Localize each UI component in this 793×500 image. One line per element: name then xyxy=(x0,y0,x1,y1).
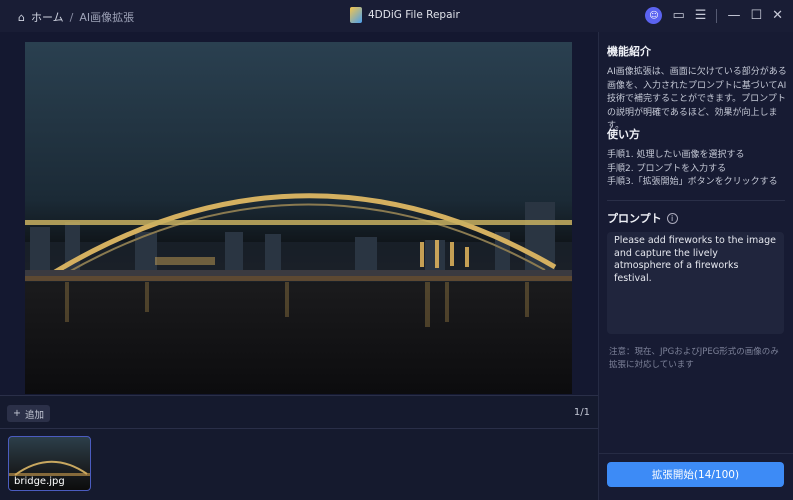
breadcrumb-home[interactable]: ホーム xyxy=(31,9,64,25)
home-icon[interactable]: ⌂ xyxy=(18,11,25,24)
app-title: 4DDiG File Repair xyxy=(350,7,460,23)
thumbnail-filename: bridge.jpg xyxy=(14,476,65,487)
page-count: 1/1 xyxy=(573,407,590,418)
add-label: 追加 xyxy=(24,409,44,421)
format-note: 注意：現在、JPGおよびJPEG形式の画像のみ拡張に対応しています xyxy=(609,347,779,370)
minimize-icon[interactable]: — xyxy=(727,8,740,23)
image-toolbar: + 追加 1/1 xyxy=(0,395,598,429)
close-icon[interactable]: ✕ xyxy=(772,8,783,23)
breadcrumb-separator: / xyxy=(69,10,74,24)
preview-area xyxy=(0,32,598,395)
plus-icon: + xyxy=(13,408,21,419)
side-panel: 機能紹介 AI画像拡張は、画面に欠けている部分がある画像を、入力されたプロンプト… xyxy=(598,32,793,500)
title-bar: ⌂ ホーム / AI画像拡張 4DDiG File Repair ☺ ▭ ☰ —… xyxy=(0,0,793,32)
preview-image xyxy=(25,42,572,394)
divider xyxy=(607,200,785,201)
intro-text: AI画像拡張は、画面に欠けている部分がある画像を、入力されたプロンプトに基づいて… xyxy=(607,67,787,131)
add-image-button[interactable]: + 追加 xyxy=(7,405,50,422)
step-2: 手順2. プロンプトを入力する xyxy=(607,163,727,174)
discord-icon[interactable]: ☺ xyxy=(645,7,663,24)
divider xyxy=(599,453,793,454)
thumbnail-bridge[interactable]: bridge.jpg xyxy=(8,436,91,491)
howto-title: 使い方 xyxy=(607,128,640,141)
step-3: 手順3.「拡張開始」ボタンをクリックする xyxy=(607,177,778,187)
maximize-icon[interactable]: ☐ xyxy=(750,8,762,23)
prompt-title: プロンプト xyxy=(607,212,662,225)
feedback-icon[interactable]: ▭ xyxy=(672,8,684,23)
divider xyxy=(716,8,718,23)
app-title-text: 4DDiG File Repair xyxy=(368,9,460,21)
prompt-input[interactable]: Please add fireworks to the image and ca… xyxy=(607,232,784,334)
intro-title: 機能紹介 xyxy=(607,45,651,58)
app-logo-icon xyxy=(350,7,362,23)
step-1: 手順1. 処理したい画像を選択する xyxy=(607,150,745,160)
menu-icon[interactable]: ☰ xyxy=(695,8,707,23)
breadcrumb: ⌂ ホーム / AI画像拡張 xyxy=(18,9,134,25)
info-icon[interactable]: i xyxy=(666,212,678,224)
start-expand-button[interactable]: 拡張開始(14/100) xyxy=(607,462,784,487)
breadcrumb-current: AI画像拡張 xyxy=(79,11,135,24)
